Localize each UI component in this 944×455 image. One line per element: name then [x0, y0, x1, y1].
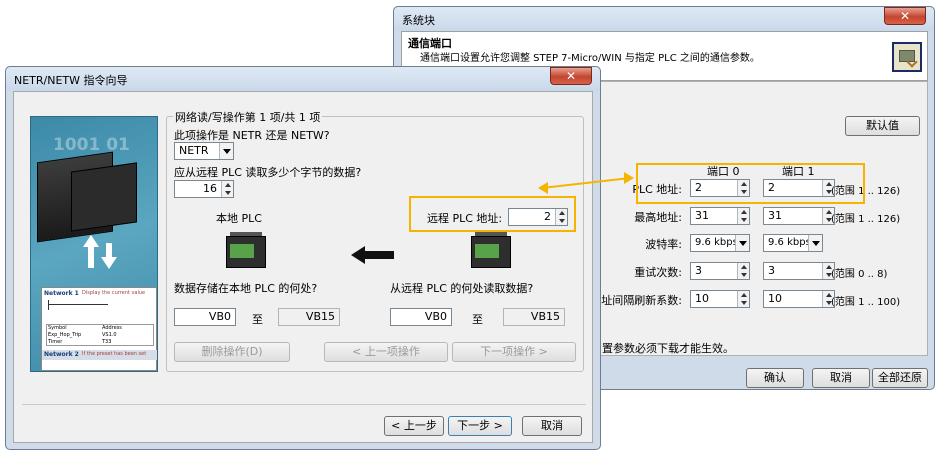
link-arrow: [538, 172, 634, 194]
arrow-head-right: [624, 172, 634, 184]
arrow-head-left: [538, 182, 548, 194]
